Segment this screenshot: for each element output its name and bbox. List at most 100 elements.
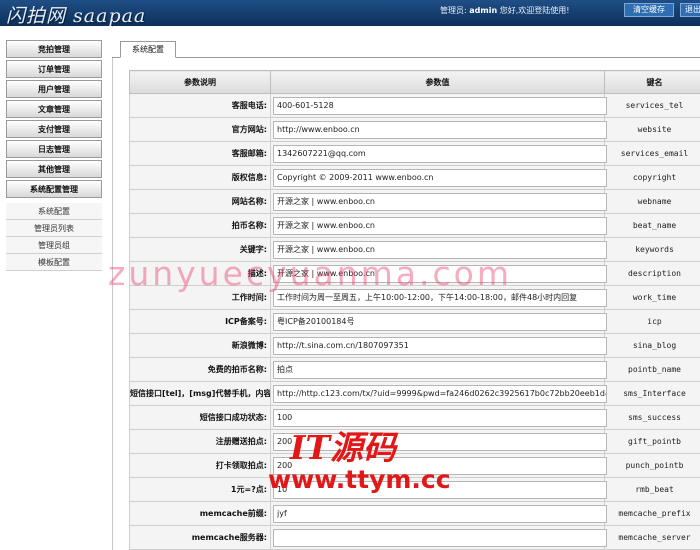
- config-value-cell: [270, 165, 607, 190]
- config-value-input[interactable]: [273, 96, 607, 115]
- config-key: memcache_server: [604, 525, 700, 550]
- config-value-cell: [270, 285, 607, 310]
- table-row: 免费的拍币名称: pointb_name: [129, 357, 700, 382]
- config-value-input[interactable]: [273, 432, 607, 451]
- config-rows: 客服电话: services_tel 官方网站: website 客服邮箱: servic…: [129, 93, 700, 550]
- config-value-input[interactable]: [273, 408, 607, 427]
- table-row: ICP备案号: icp: [129, 309, 700, 334]
- config-label: 客服电话:: [129, 93, 271, 118]
- config-key: sms_success: [604, 405, 700, 430]
- clear-cache-button[interactable]: 清空缓存: [624, 3, 674, 17]
- table-row: 工作时间: work_time: [129, 285, 700, 310]
- user-greeting: 管理员: admin 您好,欢迎登陆使用!: [440, 5, 569, 16]
- config-value-input[interactable]: [273, 120, 607, 139]
- config-label: 拍币名称:: [129, 213, 271, 238]
- config-label: 版权信息:: [129, 165, 271, 190]
- logout-button[interactable]: 退出: [680, 3, 700, 17]
- sidebar-subitem-system-config[interactable]: 系统配置: [6, 203, 102, 220]
- config-value-input[interactable]: [273, 240, 607, 259]
- config-value-input[interactable]: [273, 144, 607, 163]
- top-header: 闪拍网 saapaa 管理员: admin 您好,欢迎登陆使用! 清空缓存 退出: [0, 0, 700, 27]
- config-value-cell: [270, 261, 607, 286]
- sidebar: 竞拍管理 订单管理 用户管理 文章管理 支付管理 日志管理 其他管理 系统配置管…: [0, 26, 112, 550]
- table-header-row: 参数说明 参数值 键名: [129, 70, 700, 94]
- config-value-cell: [270, 333, 607, 358]
- config-key: pointb_name: [604, 357, 700, 382]
- config-value-input[interactable]: [273, 192, 607, 211]
- config-value-cell: [270, 141, 607, 166]
- config-key: icp: [604, 309, 700, 334]
- config-key: work_time: [604, 285, 700, 310]
- config-value-cell: [270, 213, 607, 238]
- column-header-value: 参数值: [270, 70, 605, 94]
- sidebar-subitem-admin-list[interactable]: 管理员列表: [6, 220, 102, 237]
- config-value-cell: [270, 381, 607, 406]
- config-key: rmb_beat: [604, 477, 700, 502]
- sidebar-item-auction[interactable]: 竞拍管理: [6, 40, 102, 58]
- config-label: 新浪微博:: [129, 333, 271, 358]
- table-row: memcache前缀: memcache_prefix: [129, 501, 700, 526]
- config-label: 免费的拍币名称:: [129, 357, 271, 382]
- config-label: 短信接口成功状态:: [129, 405, 271, 430]
- sidebar-item-other[interactable]: 其他管理: [6, 160, 102, 178]
- config-label: 工作时间:: [129, 285, 271, 310]
- sidebar-item-orders[interactable]: 订单管理: [6, 60, 102, 78]
- sidebar-item-articles[interactable]: 文章管理: [6, 100, 102, 118]
- tab-system-config[interactable]: 系统配置: [120, 41, 176, 58]
- config-value-input[interactable]: [273, 528, 607, 547]
- config-value-cell: [270, 189, 607, 214]
- config-label: memcache前缀:: [129, 501, 271, 526]
- config-key: website: [604, 117, 700, 142]
- config-table: 参数说明 参数值 键名 客服电话: services_tel 官方网站: websit…: [129, 70, 700, 550]
- table-row: 客服电话: services_tel: [129, 93, 700, 118]
- config-key: keywords: [604, 237, 700, 262]
- config-key: webname: [604, 189, 700, 214]
- config-value-cell: [270, 237, 607, 262]
- config-key: copyright: [604, 165, 700, 190]
- config-value-input[interactable]: [273, 216, 607, 235]
- sidebar-subitem-template-config[interactable]: 模板配置: [6, 254, 102, 271]
- config-label: 注册赠送拍点:: [129, 429, 271, 454]
- table-row: 拍币名称: beat_name: [129, 213, 700, 238]
- user-prefix: 管理员:: [440, 6, 470, 15]
- table-row: 短信接口[tel]，[msg]代替手机，内容: sms_Interface: [129, 381, 700, 406]
- sidebar-item-logs[interactable]: 日志管理: [6, 140, 102, 158]
- config-label: memcache服务器:: [129, 525, 271, 550]
- config-label: 1元=?点:: [129, 477, 271, 502]
- config-label: 网站名称:: [129, 189, 271, 214]
- config-value-cell: [270, 405, 607, 430]
- config-value-input[interactable]: [273, 336, 607, 355]
- table-row: memcache服务器: memcache_server: [129, 525, 700, 550]
- site-logo: 闪拍网 saapaa: [6, 5, 147, 27]
- config-value-input[interactable]: [273, 360, 607, 379]
- username: admin: [469, 6, 498, 15]
- table-row: 新浪微博: sina_blog: [129, 333, 700, 358]
- config-key: gift_pointb: [604, 429, 700, 454]
- config-value-input[interactable]: [273, 456, 607, 475]
- config-value-input[interactable]: [273, 384, 607, 403]
- sidebar-item-users[interactable]: 用户管理: [6, 80, 102, 98]
- config-label: ICP备案号:: [129, 309, 271, 334]
- config-value-input[interactable]: [273, 288, 607, 307]
- config-value-input[interactable]: [273, 480, 607, 499]
- config-value-input[interactable]: [273, 312, 607, 331]
- config-key: description: [604, 261, 700, 286]
- table-row: 关键字: keywords: [129, 237, 700, 262]
- sidebar-item-payment[interactable]: 支付管理: [6, 120, 102, 138]
- config-value-cell: [270, 357, 607, 382]
- config-value-cell: [270, 453, 607, 478]
- table-row: 版权信息: copyright: [129, 165, 700, 190]
- table-row: 短信接口成功状态: sms_success: [129, 405, 700, 430]
- config-key: services_email: [604, 141, 700, 166]
- config-key: beat_name: [604, 213, 700, 238]
- config-label: 短信接口[tel]，[msg]代替手机，内容:: [129, 381, 271, 406]
- table-row: 官方网站: website: [129, 117, 700, 142]
- config-value-input[interactable]: [273, 168, 607, 187]
- config-value-input[interactable]: [273, 504, 607, 523]
- sidebar-subitem-admin-group[interactable]: 管理员组: [6, 237, 102, 254]
- config-key: sms_Interface: [604, 381, 700, 406]
- sidebar-item-system-config[interactable]: 系统配置管理: [6, 180, 102, 198]
- table-row: 网站名称: webname: [129, 189, 700, 214]
- config-value-input[interactable]: [273, 264, 607, 283]
- config-key: sina_blog: [604, 333, 700, 358]
